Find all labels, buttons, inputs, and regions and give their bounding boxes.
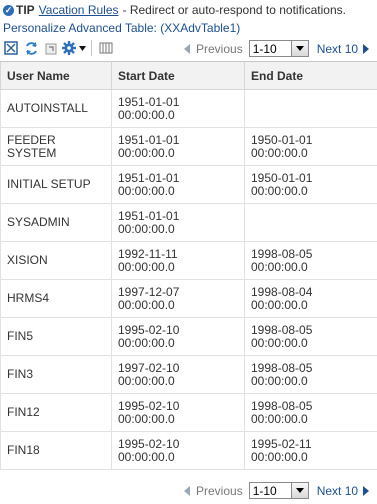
table-row: FEEDER SYSTEM 1951-01-01 00:00:00.0 1950-0… [0,127,377,166]
table-row: FIN3 1997-02-10 00:00:00.0 1998-08-05 00:0… [0,355,377,394]
start-date-cell: 1951-01-01 00:00:00.0 [111,127,245,166]
columns-icon[interactable] [97,39,115,57]
chevron-down-icon [290,483,308,498]
range-value: 1-10 [252,41,277,56]
end-date-cell: 1998-08-05 00:00:00.0 [244,355,377,394]
end-date-cell: 1950-01-01 00:00:00.0 [244,165,377,204]
toolbar-divider [91,40,92,56]
table-row: HRMS4 1997-12-07 00:00:00.0 1998-08-04 00:… [0,279,377,318]
info-icon: ✓ [3,4,14,16]
personalize-table-link[interactable]: Personalize Advanced Table: (XXAdvTable1… [3,21,240,37]
end-date-cell: 1998-08-05 00:00:00.0 [244,393,377,432]
user-name-cell: FIN18 [0,431,112,470]
column-header-start-date[interactable]: Start Date [111,61,245,90]
range-select[interactable]: 1-10 [248,40,309,57]
user-name-cell: FIN5 [0,317,112,356]
user-name-cell: FEEDER SYSTEM [0,127,112,166]
table-row: FIN18 1995-02-10 00:00:00.0 1995-02-11 00:… [0,431,377,470]
previous-arrow-icon [184,485,190,496]
table-header-row: User Name Start Date End Date [0,61,377,90]
range-value: 1-10 [252,483,277,498]
next-arrow-icon[interactable] [363,485,370,496]
previous-link[interactable]: Previous [196,484,243,498]
end-date-cell: 1998-08-05 00:00:00.0 [244,241,377,280]
start-date-cell: 1997-12-07 00:00:00.0 [111,279,245,318]
table-row: FIN12 1995-02-10 00:00:00.0 1998-08-05 00:… [0,393,377,432]
table-row: AUTOINSTALL 1951-01-01 00:00:00.0 [0,89,377,128]
user-name-cell: AUTOINSTALL [0,89,112,128]
end-date-cell: 1998-08-05 00:00:00.0 [244,317,377,356]
end-date-cell: 1950-01-01 00:00:00.0 [244,127,377,166]
start-date-cell: 1992-11-11 00:00:00.0 [111,241,245,280]
column-header-end-date[interactable]: End Date [244,61,377,90]
range-select[interactable]: 1-10 [248,482,309,499]
next-link[interactable]: Next 10 [317,484,358,498]
user-name-cell: INITIAL SETUP [0,165,112,204]
start-date-cell: 1995-02-10 00:00:00.0 [111,431,245,470]
tip-label: TIP [16,3,35,17]
end-date-cell [244,89,377,128]
tip-text: - Redirect or auto-respond to notificati… [122,3,346,17]
start-date-cell: 1997-02-10 00:00:00.0 [111,355,245,394]
refresh-icon[interactable] [22,39,40,57]
pagination-bottom: Previous 1-10 Next 10 [184,482,370,499]
start-date-cell: 1951-01-01 00:00:00.0 [111,89,245,128]
next-arrow-icon[interactable] [363,43,370,54]
user-name-cell: SYSADMIN [0,203,112,242]
table-row: FIN5 1995-02-10 00:00:00.0 1998-08-05 00:0… [0,317,377,356]
end-date-cell: 1995-02-11 00:00:00.0 [244,431,377,470]
detach-icon[interactable] [2,39,20,57]
start-date-cell: 1995-02-10 00:00:00.0 [111,393,245,432]
next-link[interactable]: Next 10 [317,42,358,56]
user-name-cell: HRMS4 [0,279,112,318]
tip-bar: ✓ TIP Vacation Rules - Redirect or auto-… [3,1,346,19]
table-row: INITIAL SETUP 1951-01-01 00:00:00.0 1950-0… [0,165,377,204]
user-name-cell: FIN3 [0,355,112,394]
previous-arrow-icon [184,43,190,54]
settings-icon[interactable] [62,39,88,57]
users-table: User Name Start Date End Date AUTOINSTAL… [0,61,377,470]
user-name-cell: FIN12 [0,393,112,432]
vacation-rules-link[interactable]: Vacation Rules [39,3,119,17]
start-date-cell: 1951-01-01 00:00:00.0 [111,203,245,242]
previous-link[interactable]: Previous [196,42,243,56]
user-name-cell: XISION [0,241,112,280]
start-date-cell: 1995-02-10 00:00:00.0 [111,317,245,356]
start-date-cell: 1951-01-01 00:00:00.0 [111,165,245,204]
pagination-top: Previous 1-10 Next 10 [184,40,370,57]
chevron-down-icon [290,41,308,56]
end-date-cell [244,203,377,242]
end-date-cell: 1998-08-04 00:00:00.0 [244,279,377,318]
table-row: SYSADMIN 1951-01-01 00:00:00.0 [0,203,377,242]
table-row: XISION 1992-11-11 00:00:00.0 1998-08-05 00… [0,241,377,280]
export-icon[interactable] [42,39,60,57]
column-header-user-name[interactable]: User Name [0,61,112,90]
